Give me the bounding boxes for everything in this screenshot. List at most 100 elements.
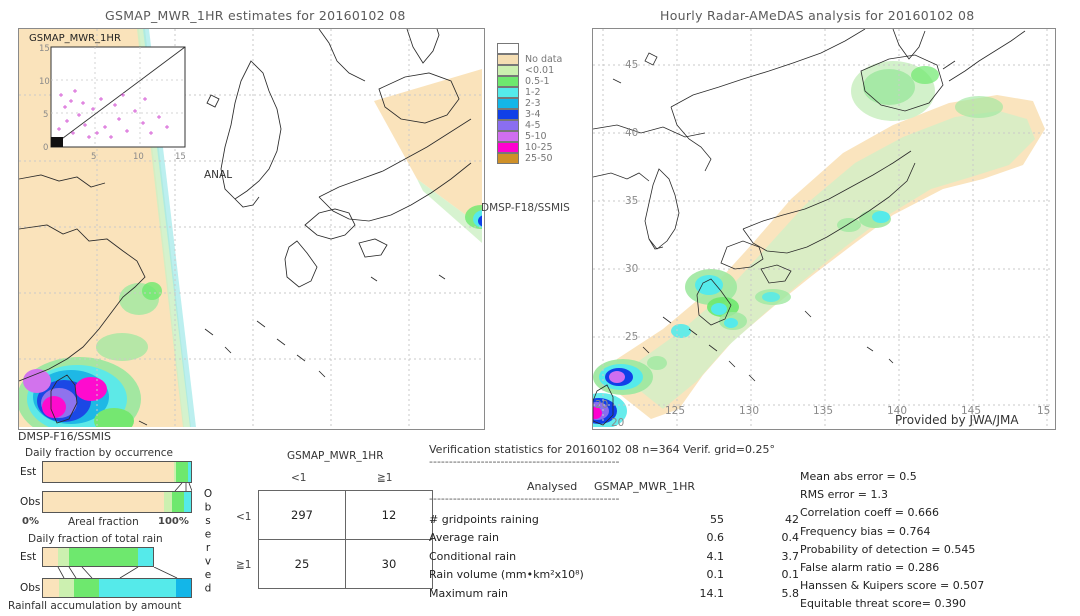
- table-row: 25 30: [258, 539, 433, 589]
- colorbar-label: 3-4: [525, 109, 541, 120]
- right-map-svg: [593, 29, 1053, 427]
- lon-tick: 125: [665, 405, 686, 417]
- lon-tick: 135: [813, 405, 834, 417]
- svg-text:5: 5: [43, 110, 48, 120]
- colorbar-swatch: [497, 87, 519, 98]
- right-panel-title: Hourly Radar-AMeDAS analysis for 2016010…: [660, 8, 975, 23]
- scores-list: Mean abs error = 0.5 RMS error = 1.3 Cor…: [800, 470, 984, 616]
- left-panel-title: GSMAP_MWR_1HR estimates for 20160102 08: [105, 8, 406, 23]
- colorbar-entry: 3-4: [497, 109, 562, 120]
- fraction-chart-1-connectors: [174, 483, 192, 491]
- colorbar: No data <0.01 0.5-1 1-2 2-3 3-4 4-5 5-10…: [497, 43, 562, 164]
- fraction-axis-left: 0%: [22, 516, 39, 527]
- table-row: # gridpoints raining 55 42: [429, 510, 799, 529]
- contingency-cell-hit-none: 297: [258, 490, 346, 540]
- colorbar-entry: 0.5-1: [497, 76, 562, 87]
- bar-segment: [59, 579, 75, 597]
- lat-tick: 35: [625, 195, 639, 207]
- bar-segment: [176, 462, 189, 482]
- left-map-panel: GSMAP_MWR_1HR 15 10 5 0 5 10 15 ANAL: [18, 28, 485, 430]
- colorbar-label: 4-5: [525, 120, 541, 131]
- colorbar-label: 25-50: [525, 153, 553, 164]
- svg-text:10: 10: [39, 77, 50, 87]
- score-probability-of-detection: Probability of detection = 0.545: [800, 542, 976, 556]
- stat-estimate: 3.7: [781, 549, 800, 563]
- fraction-chart-1-row-1-bar: [42, 491, 192, 513]
- colorbar-entry: 25-50: [497, 153, 562, 164]
- svg-text:15: 15: [39, 44, 50, 54]
- scatter-inset-xlabel: ANAL: [204, 169, 233, 181]
- fraction-chart-2-row-1-bar: [42, 578, 192, 598]
- colorbar-swatch: [497, 54, 519, 65]
- stat-analysed: 14.1: [699, 586, 725, 600]
- colorbar-entry: No data: [497, 54, 562, 65]
- stat-name: # gridpoints raining: [429, 512, 539, 526]
- fraction-chart-2-caption: Rainfall accumulation by amount: [8, 600, 182, 612]
- fraction-axis-center: Areal fraction: [68, 516, 139, 528]
- bar-segment: [74, 579, 100, 597]
- svg-text:10: 10: [133, 152, 144, 161]
- fraction-chart-1-row-1-label: Obs: [20, 496, 41, 508]
- table-row: Rain volume (mm•km²x10⁸) 0.1 0.1: [429, 566, 799, 585]
- colorbar-entry: 2-3: [497, 98, 562, 109]
- stat-name: Conditional rain: [429, 549, 517, 563]
- colorbar-swatch: [497, 76, 519, 87]
- stat-estimate: 0.4: [781, 531, 800, 545]
- lat-tick: 40: [625, 127, 639, 139]
- score-rms-error: RMS error = 1.3: [800, 488, 888, 502]
- colorbar-entry: 10-25: [497, 142, 562, 153]
- stat-analysed: 0.6: [706, 531, 725, 545]
- swath-label-f18: DMSP-F18/SSMIS: [481, 202, 570, 214]
- colorbar-entry: 1-2: [497, 87, 562, 98]
- bar-segment: [188, 462, 191, 482]
- swath-label-f16: DMSP-F16/SSMIS: [18, 430, 112, 443]
- stat-estimate: 42: [785, 512, 799, 526]
- table-row: 297 12: [258, 490, 433, 540]
- lon-tick: 15: [1037, 405, 1051, 417]
- contingency-row-header-0: <1: [236, 511, 252, 523]
- map-credit: Provided by JWA/JMA: [895, 413, 1019, 427]
- figure-root: GSMAP_MWR_1HR estimates for 20160102 08: [0, 0, 1080, 612]
- score-hanssen-kuipers: Hanssen & Kuipers score = 0.507: [800, 579, 985, 593]
- colorbar-swatch: [497, 43, 519, 54]
- colorbar-swatch: [497, 65, 519, 76]
- fraction-chart-2-row-0-label: Est: [20, 551, 37, 563]
- right-map-panel: 45 40 35 30 25 20 125 130 135 140 145 15…: [592, 28, 1056, 430]
- colorbar-label: 2-3: [525, 98, 541, 109]
- contingency-cell-miss: 25: [258, 539, 346, 589]
- bar-segment: [43, 579, 60, 597]
- fraction-chart-1-row-0-bar: [42, 461, 192, 483]
- contingency-row-header-1: ≧1: [236, 559, 252, 571]
- stat-estimate: 0.1: [781, 568, 800, 582]
- bar-segment: [184, 492, 191, 512]
- svg-text:15: 15: [175, 152, 186, 161]
- score-mean-abs-error: Mean abs error = 0.5: [800, 470, 917, 483]
- stat-analysed: 0.1: [706, 568, 725, 582]
- colorbar-swatch: [497, 120, 519, 131]
- stat-name: Rain volume (mm•km²x10⁸): [429, 568, 584, 582]
- contingency-col-header-1: ≧1: [377, 472, 393, 484]
- lat-tick: 45: [625, 59, 639, 71]
- verification-rule-top: ----------------------------------------…: [429, 455, 620, 468]
- bar-segment: [164, 492, 172, 512]
- verification-rows: # gridpoints raining 55 42 Average rain …: [429, 510, 799, 603]
- scatter-inset: GSMAP_MWR_1HR 15 10 5 0 5 10 15: [25, 33, 193, 161]
- colorbar-swatch: [497, 109, 519, 120]
- colorbar-swatch: [497, 131, 519, 142]
- table-row: Average rain 0.6 0.4: [429, 529, 799, 548]
- fraction-chart-1-row-0-label: Est: [20, 466, 37, 478]
- contingency-observed-label: Observed: [202, 488, 214, 596]
- contingency-table: 297 12 25 30: [258, 490, 433, 589]
- score-equitable-threat: Equitable threat score= 0.390: [800, 597, 966, 611]
- score-correlation-coeff: Correlation coeff = 0.666: [800, 506, 939, 520]
- colorbar-entry: [497, 43, 562, 54]
- contingency-col-header-0: <1: [291, 472, 307, 484]
- lat-tick: 25: [625, 331, 639, 343]
- colorbar-swatch: [497, 153, 519, 164]
- bar-segment: [43, 548, 59, 566]
- contingency-title: GSMAP_MWR_1HR: [287, 450, 384, 462]
- contingency-cell-hit: 30: [345, 539, 433, 589]
- colorbar-label: 5-10: [525, 131, 547, 142]
- svg-text:5: 5: [91, 152, 96, 161]
- fraction-chart-1-title: Daily fraction by occurrence: [25, 447, 173, 459]
